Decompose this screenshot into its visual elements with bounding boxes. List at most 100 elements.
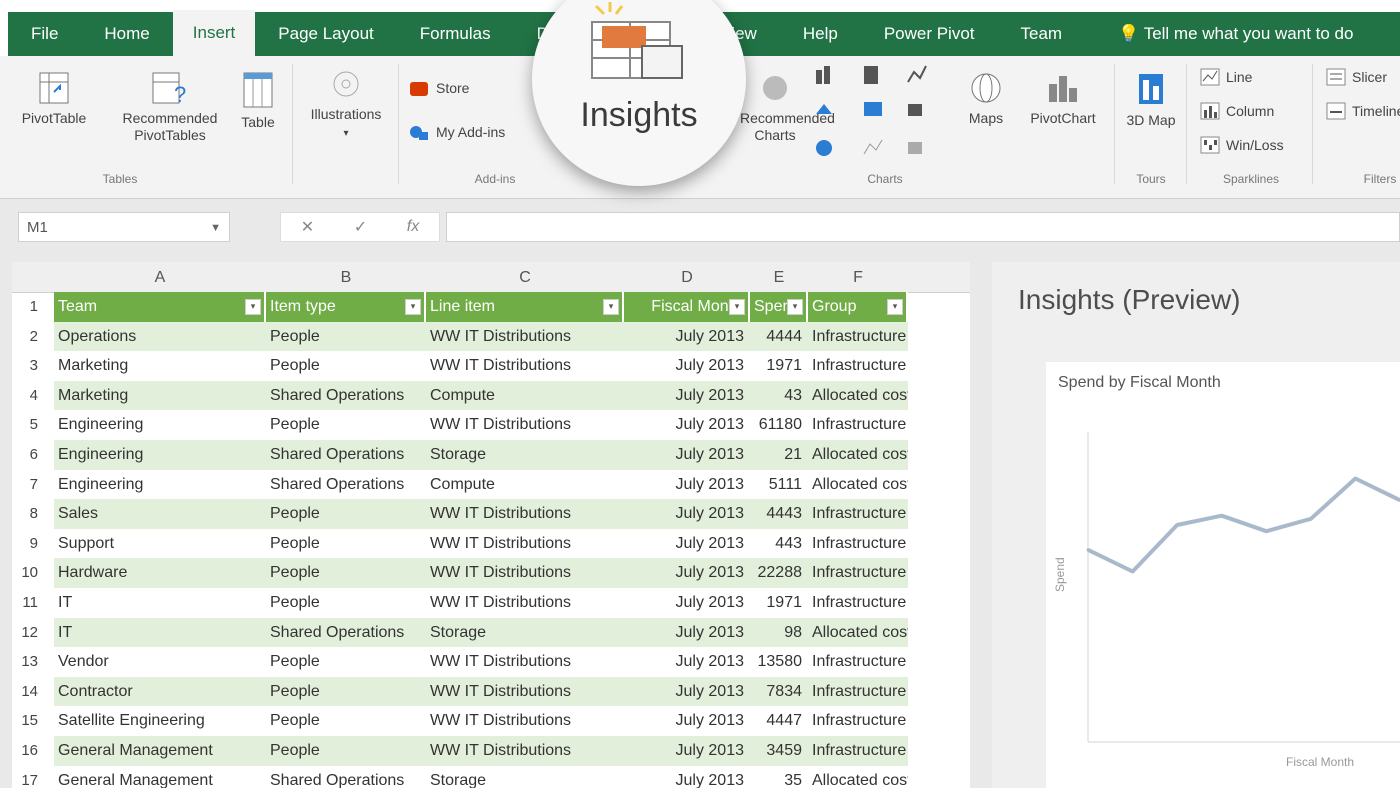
cell[interactable]: WW IT Distributions <box>426 321 624 352</box>
cell[interactable]: Support <box>54 529 266 559</box>
cancel-icon[interactable]: ✕ <box>301 217 314 237</box>
cell[interactable]: Operations <box>54 321 266 352</box>
cell[interactable]: 7834 <box>750 676 808 707</box>
row-header[interactable]: 9 <box>12 529 42 559</box>
cell[interactable]: Contractor <box>54 676 266 707</box>
tab-team[interactable]: Team <box>998 12 1086 56</box>
cell[interactable]: Infrastructure <box>808 706 908 736</box>
cell[interactable]: 13580 <box>750 647 808 677</box>
row-header[interactable]: 16 <box>12 736 42 766</box>
cell[interactable]: People <box>266 499 426 529</box>
row-header[interactable]: 11 <box>12 588 42 618</box>
cell[interactable]: Engineering <box>54 440 266 470</box>
cell[interactable]: 4447 <box>750 706 808 736</box>
cell[interactable]: Shared Operations <box>266 380 426 411</box>
filter-dropdown-icon[interactable]: ▾ <box>787 299 803 315</box>
store-button[interactable]: Store <box>408 78 469 98</box>
cell[interactable]: WW IT Distributions <box>426 499 624 529</box>
cell[interactable]: July 2013 <box>624 470 750 500</box>
cell[interactable]: 5111 <box>750 470 808 500</box>
cell[interactable]: People <box>266 410 426 440</box>
cell[interactable]: Compute <box>426 470 624 500</box>
cell[interactable]: Storage <box>426 766 624 788</box>
cell[interactable]: July 2013 <box>624 647 750 677</box>
cell[interactable]: 35 <box>750 766 808 788</box>
row-header[interactable]: 17 <box>12 766 42 788</box>
cell[interactable]: Sales <box>54 499 266 529</box>
header-cell[interactable]: Fiscal Month ▾ <box>624 292 750 322</box>
row-header[interactable]: 13 <box>12 647 42 677</box>
cell[interactable]: People <box>266 706 426 736</box>
row-header[interactable]: 3 <box>12 351 42 381</box>
cell[interactable]: People <box>266 351 426 381</box>
tab-file[interactable]: File <box>8 12 81 56</box>
tab-insert[interactable]: Insert <box>172 10 256 58</box>
pivottable-button[interactable]: PivotTable <box>10 70 98 127</box>
row-header[interactable]: 14 <box>12 677 42 707</box>
filter-dropdown-icon[interactable]: ▾ <box>729 299 745 315</box>
cell[interactable]: Infrastructure <box>808 558 908 588</box>
column-header-a[interactable]: A <box>54 262 266 292</box>
cell[interactable]: Hardware <box>54 558 266 588</box>
cell[interactable]: Allocated costs <box>808 440 908 470</box>
cell[interactable]: Infrastructure <box>808 351 908 381</box>
cell[interactable]: 443 <box>750 529 808 559</box>
cell[interactable]: Shared Operations <box>266 617 426 648</box>
row-header[interactable]: 12 <box>12 618 42 648</box>
cell[interactable]: July 2013 <box>624 706 750 736</box>
cell[interactable]: Infrastructure <box>808 499 908 529</box>
cell[interactable]: July 2013 <box>624 529 750 559</box>
cell[interactable]: Shared Operations <box>266 440 426 470</box>
cell[interactable]: General Management <box>54 766 266 788</box>
sparkline-column-button[interactable]: Column <box>1200 102 1274 120</box>
cell[interactable]: Shared Operations <box>266 470 426 500</box>
cell[interactable]: July 2013 <box>624 440 750 470</box>
recommended-pivottables-button[interactable]: ? Recommended PivotTables <box>100 70 240 144</box>
cell[interactable]: July 2013 <box>624 766 750 788</box>
cell[interactable]: July 2013 <box>624 617 750 648</box>
cell[interactable]: WW IT Distributions <box>426 588 624 618</box>
cell[interactable]: Marketing <box>54 380 266 411</box>
slicer-button[interactable]: Slicer <box>1326 68 1387 86</box>
cell[interactable]: People <box>266 736 426 766</box>
cell[interactable]: WW IT Distributions <box>426 647 624 677</box>
illustrations-button[interactable]: Illustrations ▾ <box>296 66 396 142</box>
header-cell[interactable]: Item type ▾ <box>266 292 426 322</box>
cell[interactable]: July 2013 <box>624 736 750 766</box>
cell[interactable]: Allocated costs <box>808 766 908 788</box>
cell[interactable]: Infrastructure <box>808 529 908 559</box>
cell[interactable]: Satellite Engineering <box>54 706 266 736</box>
cell[interactable]: 4444 <box>750 321 808 352</box>
cell[interactable]: 1971 <box>750 351 808 381</box>
tell-me-search[interactable]: 💡 Tell me what you want to do <box>1095 12 1376 56</box>
cell[interactable]: Engineering <box>54 410 266 440</box>
cell[interactable]: Storage <box>426 617 624 648</box>
cell[interactable]: Infrastructure <box>808 676 908 707</box>
filter-dropdown-icon[interactable]: ▾ <box>887 299 903 315</box>
cell[interactable]: Infrastructure <box>808 736 908 766</box>
cell[interactable]: People <box>266 647 426 677</box>
cell[interactable]: Compute <box>426 380 624 411</box>
tab-power-pivot[interactable]: Power Pivot <box>861 12 998 56</box>
3d-map-button[interactable]: 3D Map <box>1120 70 1182 129</box>
cell[interactable]: People <box>266 321 426 352</box>
cell[interactable]: Infrastructure <box>808 321 908 352</box>
cell[interactable]: 43 <box>750 380 808 411</box>
cell[interactable]: Storage <box>426 440 624 470</box>
cell[interactable]: People <box>266 558 426 588</box>
row-header[interactable]: 4 <box>12 381 42 411</box>
cell[interactable]: IT <box>54 588 266 618</box>
my-addins-button[interactable]: My Add-ins <box>408 122 505 142</box>
enter-icon[interactable]: ✓ <box>354 217 367 237</box>
cell[interactable]: July 2013 <box>624 676 750 707</box>
cell[interactable]: People <box>266 676 426 707</box>
filter-dropdown-icon[interactable]: ▾ <box>405 299 421 315</box>
cell[interactable]: Shared Operations <box>266 766 426 788</box>
fx-icon[interactable]: fx <box>407 218 419 236</box>
recommended-charts-button[interactable]: Recommended Charts <box>740 70 835 144</box>
cell[interactable]: 22288 <box>750 558 808 588</box>
cell[interactable]: 21 <box>750 440 808 470</box>
maps-button[interactable]: Maps <box>958 70 1014 127</box>
cell[interactable]: July 2013 <box>624 351 750 381</box>
cell[interactable]: July 2013 <box>624 558 750 588</box>
